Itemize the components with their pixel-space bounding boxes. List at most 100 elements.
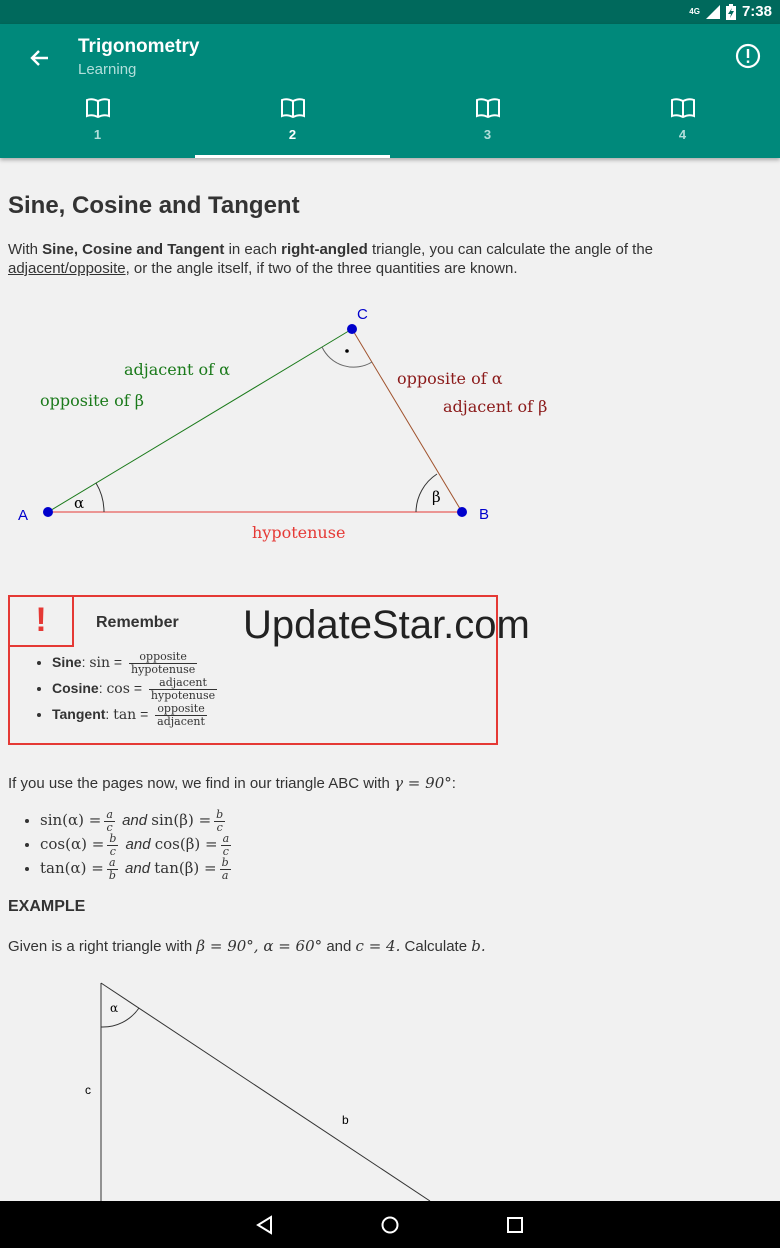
math: sin(α) = [40, 811, 102, 829]
tab-label: 1 [93, 127, 102, 142]
app-subtitle: Learning [78, 61, 137, 78]
math: cos(α) = [40, 835, 105, 853]
intro-paragraph: With Sine, Cosine and Tangent in each ri… [8, 240, 708, 278]
vertex-a [43, 507, 53, 517]
tab-label: 4 [678, 127, 687, 142]
tab-4[interactable]: 4 [585, 92, 780, 158]
tab-label: 2 [288, 127, 297, 142]
example-triangle-diagram: α c b [85, 982, 431, 1201]
text: triangle, you can calculate the angle of… [367, 241, 654, 258]
label-beta: β [432, 488, 441, 506]
book-icon [85, 98, 110, 119]
opposite-side [351, 328, 463, 513]
label-adjacent-beta: adjacent of β [443, 397, 547, 416]
fraction: bc [214, 808, 226, 834]
alpha-arc [100, 1007, 140, 1028]
fn: tan [113, 707, 137, 723]
tab-1[interactable]: 1 [0, 92, 195, 158]
nav-back-icon[interactable] [255, 1215, 275, 1235]
label-alpha: α [110, 1001, 118, 1015]
text: If you use the pages now, we find in our… [8, 775, 390, 792]
math: β = 90°, α = 60° [196, 937, 323, 955]
label-a: A [18, 507, 28, 524]
pages-paragraph: If you use the pages now, we find in our… [8, 774, 456, 793]
label-opposite-beta: opposite of β [40, 391, 144, 410]
list-item: Sine: sin = oppositehypotenuse [52, 649, 220, 675]
math: γ = 90° [394, 774, 452, 792]
signal-icon [705, 4, 720, 19]
math: cos(β) = [154, 835, 218, 853]
fn: sin [89, 655, 111, 671]
status-bar: 4G 7:38 [0, 0, 780, 24]
label-c: c [85, 1083, 91, 1097]
fraction: opposite hypotenuse [129, 650, 198, 676]
list-item: Tangent: tan = oppositeadjacent [52, 701, 220, 727]
math: tan(β) = [154, 859, 217, 877]
right-angle-dot [345, 349, 349, 353]
lesson-content[interactable]: Sine, Cosine and Tangent With Sine, Cosi… [0, 158, 780, 1201]
tab-3[interactable]: 3 [390, 92, 585, 158]
denominator: a [221, 868, 229, 882]
app-title: Trigonometry [78, 36, 200, 57]
book-icon [475, 98, 500, 119]
denominator: b [108, 868, 116, 882]
text: and [122, 812, 148, 829]
list-item: tan(α) =ab and tan(β) =ba [40, 856, 234, 882]
list-item: Cosine: cos = adjacenthypotenuse [52, 675, 220, 701]
side-b [100, 982, 431, 1201]
alpha-arc [95, 482, 105, 513]
text: Given is a right triangle with [8, 938, 193, 955]
text: With [8, 241, 43, 258]
math: sin(β) = [151, 811, 212, 829]
text: Calculate [404, 938, 468, 955]
numerator: a [104, 807, 115, 822]
list-item: cos(α) =bc and cos(β) =ac [40, 831, 234, 858]
fraction: ac [220, 831, 232, 858]
text: and [125, 836, 151, 853]
alert-icon[interactable] [734, 42, 762, 70]
navigation-bar [0, 1201, 780, 1248]
text: , or the angle itself, if two of the thr… [125, 260, 518, 277]
book-icon [280, 98, 305, 119]
math: b. [471, 937, 486, 955]
item-label: Cosine [52, 680, 99, 696]
vertex-b [457, 507, 467, 517]
label-adjacent-alpha: adjacent of α [124, 360, 230, 379]
watermark: UpdateStar.com [243, 603, 530, 647]
numerator: adjacent [148, 676, 218, 690]
tab-2[interactable]: 2 [195, 92, 390, 158]
exclamation-icon: ! [10, 597, 74, 647]
item-label: Tangent [52, 706, 106, 722]
list-item: sin(α) =ac and sin(β) =bc [40, 807, 234, 834]
triangle-diagram: A B C adjacent of α opposite of β opposi… [18, 306, 547, 542]
book-icon [670, 98, 695, 119]
vertex-c [347, 324, 357, 334]
numerator: a [220, 831, 232, 846]
label-alpha: α [74, 494, 84, 512]
fraction: bc [107, 832, 119, 858]
math: tan(α) = [40, 859, 104, 877]
text: and [326, 938, 352, 955]
example-heading: EXAMPLE [8, 898, 86, 915]
text: : [451, 775, 456, 792]
nav-home-icon[interactable] [380, 1215, 400, 1235]
clock: 7:38 [741, 3, 772, 20]
fn: cos [106, 681, 130, 697]
tab-label: 3 [483, 127, 492, 142]
denominator: adjacent [157, 714, 205, 728]
adjacent-opposite-link[interactable]: adjacent/opposite [8, 260, 126, 277]
identity-list: sin(α) =ac and sin(β) =bc cos(α) =bc and… [26, 807, 234, 882]
page-tabs: 1 2 3 4 [0, 92, 780, 158]
back-arrow-icon[interactable] [26, 44, 54, 72]
math: c = 4. [355, 937, 401, 955]
label-c: C [357, 306, 368, 323]
bold-text: right-angled [281, 241, 368, 258]
nav-recents-icon[interactable] [506, 1216, 524, 1234]
fraction: ba [219, 856, 231, 882]
lesson-heading: Sine, Cosine and Tangent [8, 192, 300, 219]
denominator: hypotenuse [131, 662, 196, 676]
label-b: B [479, 506, 489, 523]
fraction: ab [106, 856, 118, 882]
numerator: a [106, 856, 118, 870]
item-label: Sine [52, 654, 82, 670]
